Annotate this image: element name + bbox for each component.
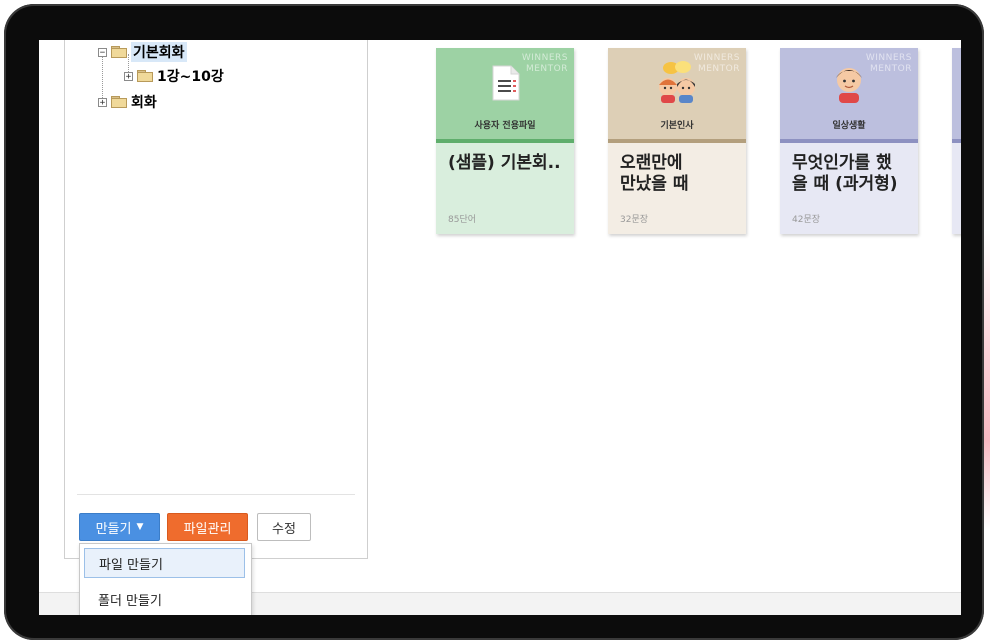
folder-icon (137, 70, 153, 82)
study-card[interactable]: WINNERS MENTOR 기본인사 오랜만에 만났을 때 32문장 (608, 48, 746, 234)
card-title: 오랜만에 만났을 때 (620, 153, 689, 194)
folder-tree-panel: − 기본회화 + 1강~10강 + 회화 (64, 40, 368, 559)
card-watermark: WINNERS MENTOR (693, 53, 740, 74)
make-dropdown-menu: 파일 만들기 폴더 만들기 (79, 543, 252, 615)
card-count: 42문장 (792, 215, 821, 225)
card-category: 일상생활 (832, 121, 866, 131)
expand-toggle-icon[interactable]: + (124, 71, 133, 81)
tree-item-conversation[interactable]: + 회화 (98, 92, 157, 112)
card-category: 기본인사 (660, 121, 694, 131)
study-card-partial[interactable] (952, 48, 961, 234)
make-button-label: 만들기 (95, 521, 132, 537)
expand-toggle-icon[interactable]: + (98, 97, 107, 107)
card-category: 사용자 전용파일 (474, 121, 536, 131)
card-count: 32문장 (620, 215, 649, 225)
card-body: 오랜만에 만났을 때 32문장 (608, 143, 746, 234)
two-kids-chat-icon (655, 60, 699, 104)
card-watermark: WINNERS MENTOR (521, 53, 568, 74)
collapse-toggle-icon[interactable]: − (98, 47, 107, 57)
tree-item-lessons[interactable]: + 1강~10강 (124, 66, 224, 86)
card-watermark: WINNERS MENTOR (865, 53, 912, 74)
study-card[interactable]: WINNERS MENTOR 사용자 전용파일 (샘플) 기본회.. 85단어 (436, 48, 574, 234)
card-header: WINNERS MENTOR 기본인사 (608, 48, 746, 139)
card-title: 무엇인가를 했 을 때 (과거형) (792, 153, 898, 194)
edit-button[interactable]: 수정 (257, 513, 311, 541)
app-screen: − 기본회화 + 1강~10강 + 회화 만들기 ▼ 파일관리 수정 파일 만들… (39, 40, 961, 615)
menu-item-create-folder[interactable]: 폴더 만들기 (84, 584, 245, 614)
folder-icon (111, 96, 127, 108)
tree-item-label[interactable]: 기본회화 (131, 42, 187, 62)
tree-item-label[interactable]: 1강~10강 (157, 66, 224, 86)
file-manage-button[interactable]: 파일관리 (167, 513, 248, 541)
tree-item-basic-conversation[interactable]: − 기본회화 (98, 42, 187, 62)
document-icon (483, 60, 527, 104)
card-body: (샘플) 기본회.. 85단어 (436, 143, 574, 234)
card-header: WINNERS MENTOR 일상생활 (780, 48, 918, 139)
card-title: (샘플) 기본회.. (448, 153, 561, 173)
menu-item-create-file[interactable]: 파일 만들기 (84, 548, 245, 578)
boy-face-icon (827, 60, 871, 104)
tree-item-label[interactable]: 회화 (131, 92, 157, 112)
device-frame: − 기본회화 + 1강~10강 + 회화 만들기 ▼ 파일관리 수정 파일 만들… (4, 4, 984, 640)
card-body: 무엇인가를 했 을 때 (과거형) 42문장 (780, 143, 918, 234)
study-card[interactable]: WINNERS MENTOR 일상생활 무엇인가를 했 을 때 (과거형) 42문… (780, 48, 918, 234)
panel-divider (77, 494, 355, 495)
make-button[interactable]: 만들기 ▼ (79, 513, 160, 541)
card-header: WINNERS MENTOR 사용자 전용파일 (436, 48, 574, 139)
folder-icon (111, 46, 127, 58)
caret-down-icon: ▼ (136, 522, 144, 532)
card-count: 85단어 (448, 215, 477, 225)
